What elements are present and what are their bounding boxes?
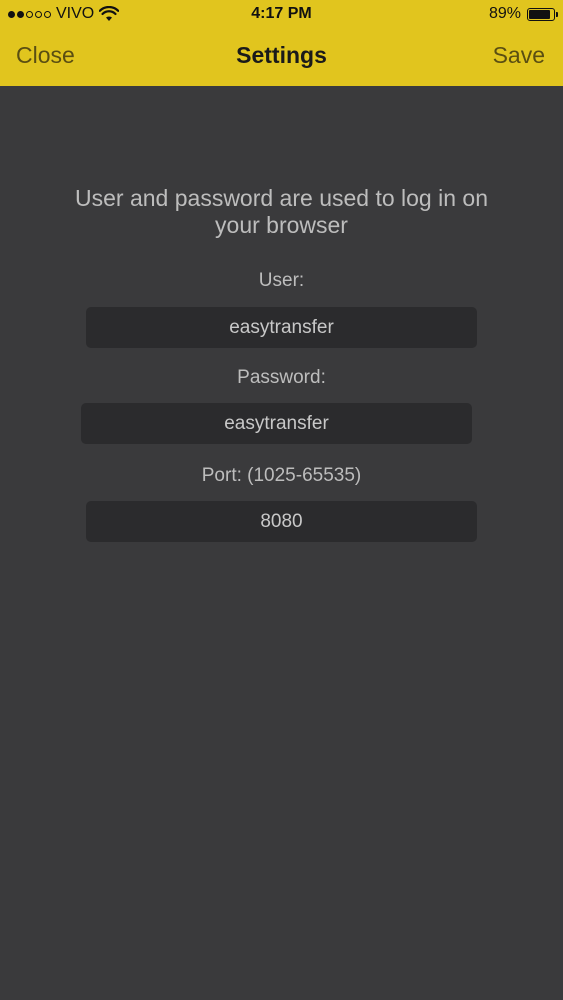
save-button[interactable]: Save — [493, 42, 545, 69]
password-input[interactable] — [81, 403, 472, 444]
user-input[interactable] — [86, 307, 477, 348]
header: VIVO 4:17 PM 89% Close Settings Save — [0, 0, 563, 86]
password-label: Password: — [237, 367, 326, 388]
status-time: 4:17 PM — [251, 5, 312, 22]
battery-level-fill — [529, 9, 551, 19]
status-bar: VIVO 4:17 PM 89% — [0, 0, 563, 30]
battery-icon — [527, 7, 558, 21]
navigation-bar: Close Settings Save — [0, 36, 563, 78]
page-title: Settings — [236, 42, 327, 68]
port-label: Port: (1025-65535) — [201, 465, 362, 486]
login-description: User and password are used to log in on … — [75, 185, 488, 238]
port-input[interactable] — [86, 501, 477, 542]
status-right: 89% — [488, 5, 558, 23]
battery-percent: 89% — [488, 5, 521, 22]
user-label: User: — [258, 270, 305, 291]
